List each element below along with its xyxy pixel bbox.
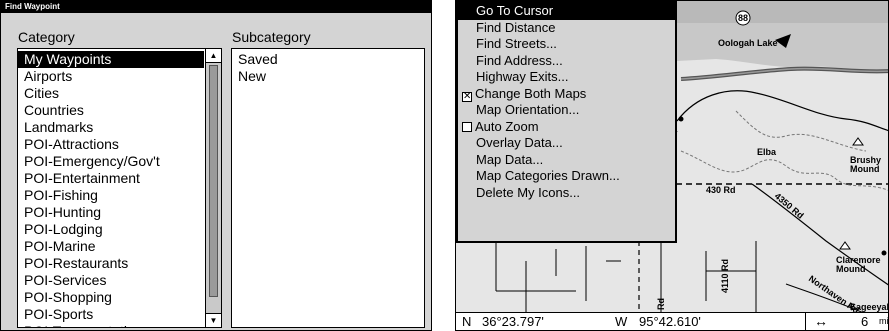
menu-item-label: Change Both Maps <box>475 85 587 101</box>
longitude-value: 95°42.610' <box>639 314 701 329</box>
menu-item[interactable]: Overlay Data... <box>458 135 675 152</box>
map-context-menu: Go To Cursor Find Distance Find Streets...… <box>456 1 677 243</box>
menu-item-label: Find Distance <box>476 19 556 35</box>
category-item[interactable]: POI-Restaurants <box>18 255 204 272</box>
menu-item[interactable]: ✕ Change Both Maps <box>458 86 675 103</box>
map-label-elba: Elba <box>757 147 777 157</box>
unchecked-checkbox-icon[interactable] <box>462 121 472 132</box>
menu-item-label: Map Orientation... <box>476 102 580 117</box>
menu-item-label: Go To Cursor <box>476 3 554 18</box>
category-item[interactable]: POI-Emergency/Gov't <box>18 153 204 170</box>
map-scale-value: 6 <box>861 314 869 329</box>
scrollbar-thumb[interactable] <box>209 65 218 297</box>
menu-item[interactable]: Map Orientation... <box>458 102 675 119</box>
category-item[interactable]: Countries <box>18 102 204 119</box>
menu-item-label: Delete My Icons... <box>476 184 581 200</box>
double-arrow-icon: ↔ <box>814 313 828 329</box>
map-label-oologah-lake: Oologah Lake <box>718 38 778 48</box>
menu-item-label: Find Streets... <box>476 36 557 51</box>
category-item[interactable]: Airports <box>18 68 204 85</box>
scroll-down-arrow-icon[interactable]: ▼ <box>206 313 221 327</box>
category-item[interactable]: POI-Lodging <box>18 221 204 238</box>
find-waypoint-screen: Find Waypoint Category Subcategory My Wa… <box>0 0 432 331</box>
latitude-value: 36°23.797' <box>482 314 544 329</box>
latitude-hemisphere: N <box>462 314 472 329</box>
category-item[interactable]: POI-Marine <box>18 238 204 255</box>
menu-item[interactable]: Go To Cursor <box>458 3 675 20</box>
scroll-up-arrow-icon[interactable]: ▲ <box>206 49 221 63</box>
menu-item[interactable]: Find Distance <box>458 20 675 37</box>
menu-item-label: Overlay Data... <box>476 135 563 150</box>
subcategory-list-box: Saved New <box>231 48 425 328</box>
menu-item[interactable]: Map Categories Drawn... <box>458 168 675 185</box>
map-label-claremore-mound: Mound <box>836 264 866 274</box>
subcategory-item[interactable]: New <box>232 68 424 85</box>
category-item[interactable]: POI-Services <box>18 272 204 289</box>
category-item[interactable]: POI-Fishing <box>18 187 204 204</box>
category-item[interactable]: POI-Attractions <box>18 136 204 153</box>
category-item[interactable]: POI-Transportation <box>18 323 204 327</box>
menu-item[interactable]: Find Address... <box>458 53 675 70</box>
status-divider <box>805 313 806 330</box>
map-screen: 88 Oologah Lake Elba Brushy Mound 430 Rd… <box>455 0 889 331</box>
map-label-rd: Rd <box>656 298 666 310</box>
longitude-hemisphere: W <box>615 314 628 329</box>
category-list: My Waypoints Airports Cities Countries Landm… <box>18 51 204 327</box>
map-label-brushy-mound: Mound <box>850 164 880 174</box>
checked-checkbox-icon[interactable]: ✕ <box>462 91 472 102</box>
menu-list: Go To Cursor Find Distance Find Streets...… <box>458 3 675 201</box>
map-label-highway-88: 88 <box>738 13 748 23</box>
subcategory-list: Saved New <box>232 49 424 85</box>
menu-item-label: Auto Zoom <box>475 118 539 134</box>
map-scale-unit: mi <box>879 316 889 326</box>
status-bar: N 36°23.797' W 95°42.610' ↔ 6 mi <box>456 312 888 330</box>
menu-item[interactable]: Auto Zoom <box>458 119 675 136</box>
category-item[interactable]: POI-Entertainment <box>18 170 204 187</box>
map-label-4110-rd: 4110 Rd <box>720 259 730 293</box>
window-title: Find Waypoint <box>1 1 431 13</box>
menu-item[interactable]: Find Streets... <box>458 36 675 53</box>
map-label-430-rd: 430 Rd <box>706 185 736 195</box>
map-label-sageeyah: Sageeyah <box>850 302 889 312</box>
category-item[interactable]: POI-Sports <box>18 306 204 323</box>
subcategory-header: Subcategory <box>232 29 311 45</box>
menu-item-label: Highway Exits... <box>476 69 569 84</box>
category-scrollbar[interactable]: ▲ ▼ <box>205 49 221 327</box>
category-item[interactable]: Landmarks <box>18 119 204 136</box>
menu-item[interactable]: Map Data... <box>458 152 675 169</box>
menu-item[interactable]: Delete My Icons... <box>458 185 675 202</box>
category-item[interactable]: My Waypoints <box>18 51 204 68</box>
category-header: Category <box>18 29 75 45</box>
menu-item-label: Map Data... <box>476 151 544 167</box>
subcategory-item[interactable]: Saved <box>232 51 424 68</box>
category-item[interactable]: POI-Shopping <box>18 289 204 306</box>
category-item[interactable]: POI-Hunting <box>18 204 204 221</box>
menu-item-label: Map Categories Drawn... <box>476 168 620 183</box>
menu-item[interactable]: Highway Exits... <box>458 69 675 86</box>
category-item[interactable]: Cities <box>18 85 204 102</box>
category-list-box: My Waypoints Airports Cities Countries Landm… <box>17 48 222 328</box>
menu-item-label: Find Address... <box>476 52 563 68</box>
